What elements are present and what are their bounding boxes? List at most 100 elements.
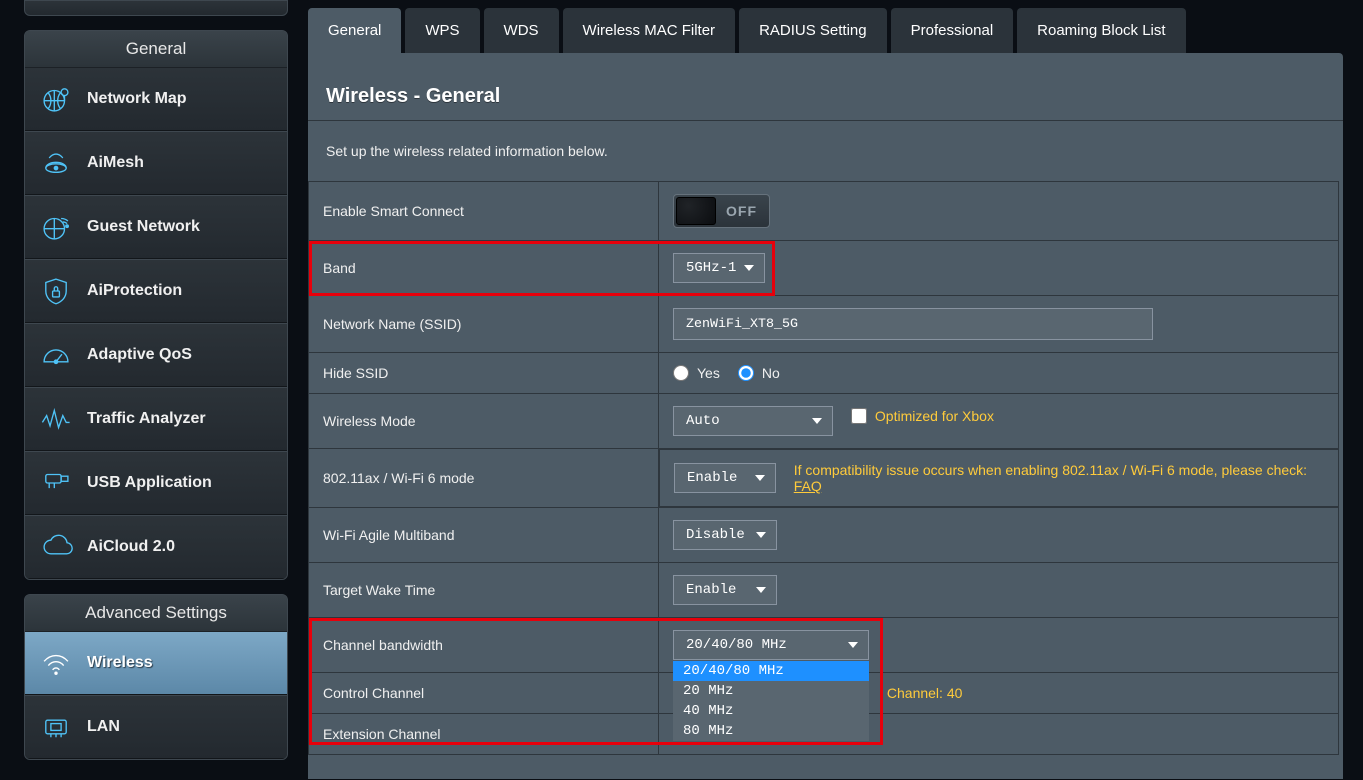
select-channel-bandwidth[interactable]: 20/40/80 MHz — [673, 630, 869, 660]
sidebar-item-aiprotection[interactable]: AiProtection — [25, 259, 287, 323]
label-wireless-mode: Wireless Mode — [309, 394, 659, 449]
sidebar-item-label: Network Map — [87, 90, 187, 108]
sidebar-item-aicloud[interactable]: AiCloud 2.0 — [25, 515, 287, 579]
row-wireless-mode: Wireless Mode Auto Optimized for Xbox — [309, 394, 1339, 449]
select-channel-bandwidth-value: 20/40/80 MHz — [686, 637, 787, 653]
label-ax-mode: 802.11ax / Wi-Fi 6 mode — [309, 449, 659, 508]
radio-hide-ssid-yes[interactable] — [673, 365, 689, 381]
label-hide-ssid: Hide SSID — [309, 353, 659, 394]
tab-roaming-block[interactable]: Roaming Block List — [1017, 8, 1185, 53]
waveform-icon — [39, 402, 73, 436]
tab-wps[interactable]: WPS — [405, 8, 479, 53]
sidebar-item-lan[interactable]: LAN — [25, 695, 287, 759]
settings-table: Enable Smart Connect OFF Band 5GHz-1 — [308, 181, 1339, 755]
chevron-down-icon — [744, 265, 754, 271]
sidebar-item-label: AiProtection — [87, 282, 182, 300]
mesh-icon — [39, 146, 73, 180]
tab-radius[interactable]: RADIUS Setting — [739, 8, 887, 53]
chevron-down-icon — [848, 642, 858, 648]
row-ax-mode: 802.11ax / Wi-Fi 6 mode Enable If compat… — [309, 449, 1339, 508]
row-channel-bandwidth: Channel bandwidth 20/40/80 MHz 20/40/80 … — [309, 618, 1339, 673]
option-bw-1[interactable]: 20 MHz — [673, 681, 869, 701]
cloud-icon — [39, 530, 73, 564]
select-twt[interactable]: Enable — [673, 575, 777, 605]
sidebar-item-label: LAN — [87, 718, 120, 736]
label-control-channel: Control Channel — [309, 673, 659, 714]
globe-pin-icon — [39, 82, 73, 116]
option-bw-2[interactable]: 40 MHz — [673, 701, 869, 721]
option-bw-3[interactable]: 80 MHz — [673, 721, 869, 741]
panel-description: Set up the wireless related information … — [308, 121, 1343, 181]
row-hide-ssid: Hide SSID Yes No — [309, 353, 1339, 394]
row-smart-connect: Enable Smart Connect OFF — [309, 182, 1339, 241]
toggle-smart-connect[interactable]: OFF — [673, 194, 770, 228]
select-agile-value: Disable — [686, 527, 745, 543]
faq-link[interactable]: FAQ — [794, 478, 822, 494]
sidebar-item-label: AiMesh — [87, 154, 144, 172]
sidebar-item-label: Traffic Analyzer — [87, 410, 206, 428]
select-twt-value: Enable — [686, 582, 736, 598]
globe-wifi-icon — [39, 210, 73, 244]
usb-icon — [39, 466, 73, 500]
sidebar-general-title: General — [25, 31, 287, 68]
tab-mac-filter[interactable]: Wireless MAC Filter — [563, 8, 736, 53]
sidebar-general-block: General Network Map AiMesh Guest Network… — [24, 30, 288, 580]
label-band: Band — [309, 241, 659, 296]
radio-label-yes: Yes — [697, 365, 720, 381]
label-agile: Wi-Fi Agile Multiband — [309, 508, 659, 563]
select-ax-mode[interactable]: Enable — [674, 463, 776, 493]
shield-lock-icon — [39, 274, 73, 308]
sidebar-item-wireless[interactable]: Wireless — [25, 632, 287, 695]
row-ssid: Network Name (SSID) — [309, 296, 1339, 353]
sidebar-item-network-map[interactable]: Network Map — [25, 68, 287, 131]
row-agile: Wi-Fi Agile Multiband Disable — [309, 508, 1339, 563]
chevron-down-icon — [755, 475, 765, 481]
tab-professional[interactable]: Professional — [891, 8, 1014, 53]
wifi-icon — [39, 646, 73, 680]
ax-note: If compatibility issue occurs when enabl… — [794, 462, 1324, 494]
panel-title: Wireless - General — [308, 53, 1343, 121]
sidebar-item-usb-application[interactable]: USB Application — [25, 451, 287, 515]
gauge-icon — [39, 338, 73, 372]
sidebar-item-label: Guest Network — [87, 218, 200, 236]
checkbox-xbox[interactable] — [851, 408, 867, 424]
select-wireless-mode-value: Auto — [686, 413, 720, 429]
label-channel-bandwidth: Channel bandwidth — [309, 618, 659, 673]
label-ssid: Network Name (SSID) — [309, 296, 659, 353]
sidebar-item-traffic-analyzer[interactable]: Traffic Analyzer — [25, 387, 287, 451]
radio-label-no: No — [762, 365, 780, 381]
sidebar-advanced-title: Advanced Settings — [25, 595, 287, 632]
select-wireless-mode[interactable]: Auto — [673, 406, 833, 436]
select-band-value: 5GHz-1 — [686, 260, 736, 276]
dropdown-channel-bandwidth[interactable]: 20/40/80 MHz 20 MHz 40 MHz 80 MHz — [673, 661, 869, 741]
select-ax-mode-value: Enable — [687, 470, 737, 486]
current-channel: Channel: 40 — [887, 685, 963, 701]
select-band[interactable]: 5GHz-1 — [673, 253, 765, 283]
label-smart-connect: Enable Smart Connect — [309, 182, 659, 241]
label-extension-channel: Extension Channel — [309, 714, 659, 755]
sidebar-advanced-block: Advanced Settings Wireless LAN — [24, 594, 288, 760]
toggle-knob — [676, 197, 716, 225]
chevron-down-icon — [756, 532, 766, 538]
sidebar-item-label: Adaptive QoS — [87, 346, 192, 364]
select-agile[interactable]: Disable — [673, 520, 777, 550]
tab-general[interactable]: General — [308, 8, 401, 53]
sidebar-item-guest-network[interactable]: Guest Network — [25, 195, 287, 259]
row-band: Band 5GHz-1 — [309, 241, 1339, 296]
tab-wds[interactable]: WDS — [484, 8, 559, 53]
sidebar-item-label: Wireless — [87, 654, 153, 672]
settings-panel: Wireless - General Set up the wireless r… — [308, 53, 1343, 779]
sidebar-item-label: USB Application — [87, 474, 212, 492]
sidebar-item-adaptive-qos[interactable]: Adaptive QoS — [25, 323, 287, 387]
sidebar-item-aimesh[interactable]: AiMesh — [25, 131, 287, 195]
sidebar-item-label: AiCloud 2.0 — [87, 538, 175, 556]
radio-hide-ssid-no[interactable] — [738, 365, 754, 381]
checkbox-xbox-label: Optimized for Xbox — [875, 408, 994, 424]
chevron-down-icon — [812, 418, 822, 424]
input-ssid[interactable] — [673, 308, 1153, 340]
row-twt: Target Wake Time Enable — [309, 563, 1339, 618]
option-bw-0[interactable]: 20/40/80 MHz — [673, 661, 869, 681]
ethernet-icon — [39, 710, 73, 744]
toggle-state: OFF — [716, 203, 767, 219]
label-twt: Target Wake Time — [309, 563, 659, 618]
